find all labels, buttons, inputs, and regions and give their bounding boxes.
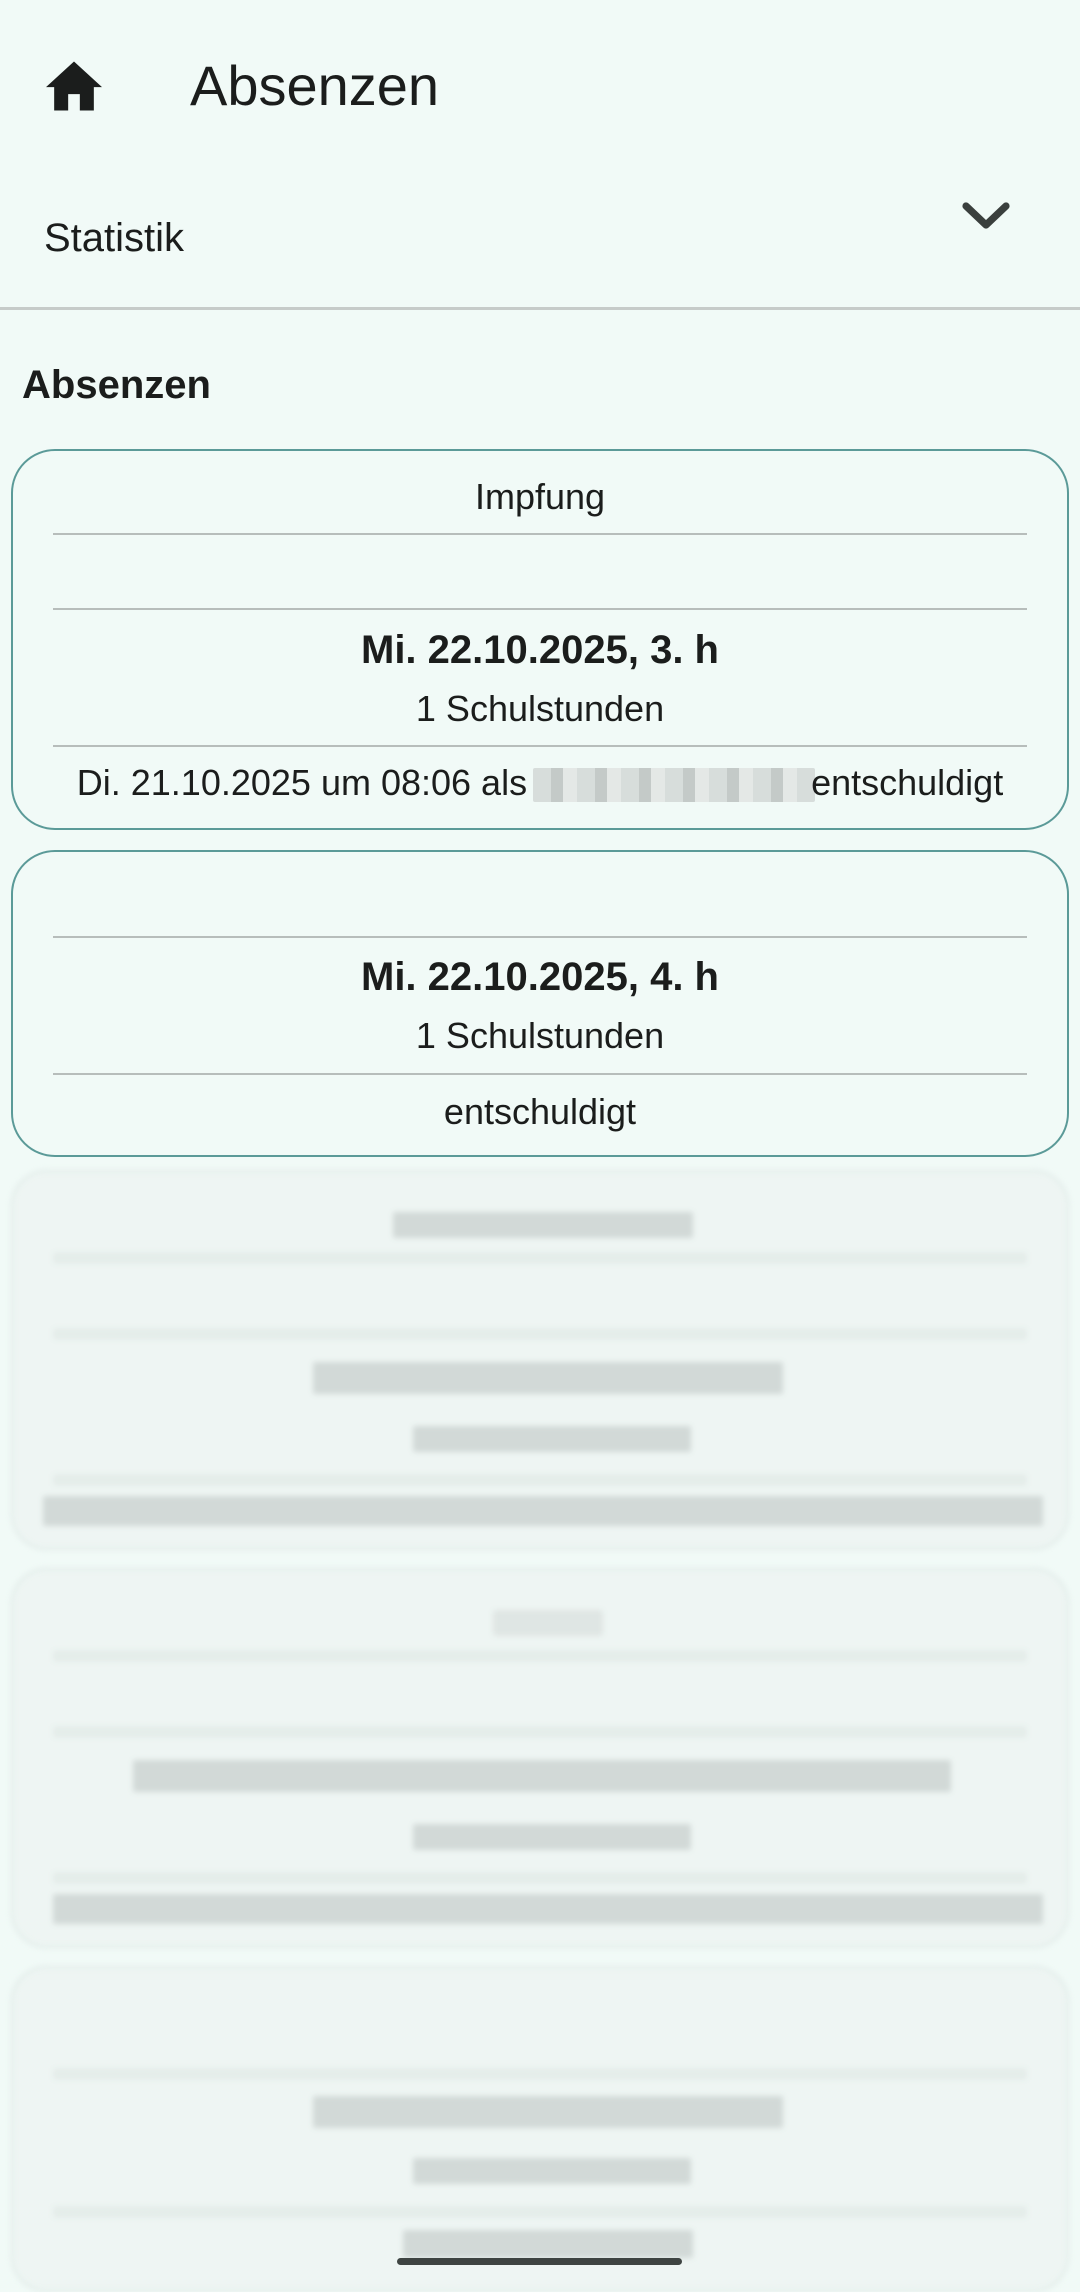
divider	[53, 745, 1027, 747]
chevron-down-icon[interactable]	[960, 200, 1012, 232]
absence-reason: Impfung	[474, 476, 606, 517]
absence-status-prefix: Di. 21.10.2025 um 08:06 als	[76, 762, 538, 803]
section-title: Absenzen	[22, 363, 211, 407]
absence-date: Mi. 22.10.2025, 4. h	[361, 955, 719, 999]
home-button[interactable]	[40, 52, 108, 120]
redacted-name	[533, 768, 816, 803]
blurred-absence-list	[0, 1170, 1080, 2292]
divider	[53, 936, 1027, 938]
divider	[53, 533, 1027, 535]
top-app-bar: Absenzen	[0, 0, 1080, 170]
absence-date: Mi. 22.10.2025, 3. h	[361, 628, 719, 672]
absence-card-blurred	[11, 1170, 1069, 1550]
absence-card[interactable]: Mi. 22.10.2025, 4. h 1 Schulstunden ents…	[11, 850, 1069, 1157]
absence-status: entschuldigt	[443, 1091, 637, 1132]
home-icon	[46, 61, 102, 111]
absence-status: Di. 21.10.2025 um 08:06 als entschuldigt	[13, 761, 1067, 805]
divider	[53, 1073, 1027, 1075]
gesture-navigation-bar[interactable]	[397, 2258, 682, 2265]
absence-card-blurred	[11, 1568, 1069, 1948]
absence-lesson-count: 1 Schulstunden	[415, 1015, 665, 1056]
absence-card-blurred	[11, 1966, 1069, 2292]
statistics-label: Statistik	[44, 216, 185, 260]
absence-card[interactable]: Impfung Mi. 22.10.2025, 3. h 1 Schulstun…	[11, 449, 1069, 830]
statistics-expander[interactable]: Statistik	[0, 170, 1080, 310]
divider	[53, 608, 1027, 610]
page-title: Absenzen	[190, 54, 440, 117]
absence-status-suffix: entschuldigt	[811, 762, 1004, 803]
absence-lesson-count: 1 Schulstunden	[415, 688, 665, 729]
